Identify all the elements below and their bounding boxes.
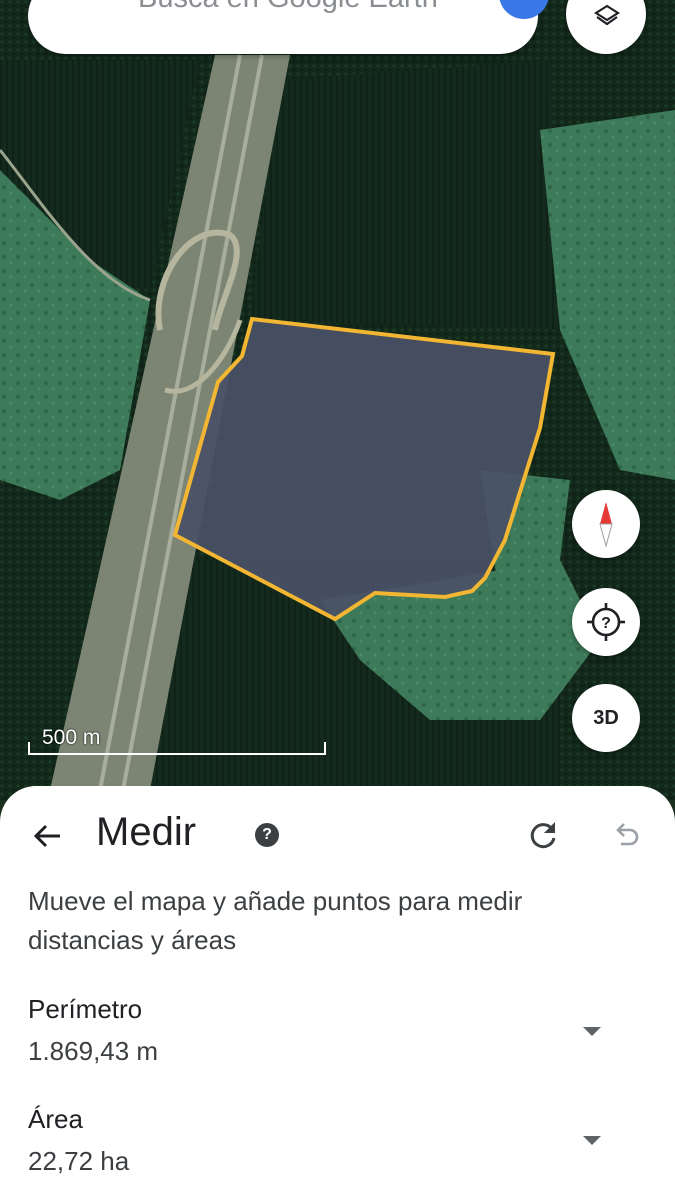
area-label: Área	[28, 1104, 83, 1134]
chevron-down-icon[interactable]	[583, 1136, 601, 1145]
satellite-imagery	[0, 0, 675, 800]
panel-title: Medir	[96, 810, 197, 854]
layers-icon	[594, 4, 620, 26]
locate-icon: ?	[587, 603, 625, 641]
back-arrow-icon[interactable]	[30, 818, 66, 854]
help-icon[interactable]: ?	[255, 823, 279, 847]
measure-instructions: Mueve el mapa y añade puntos para medir …	[28, 886, 523, 955]
perimeter-value: 1.869,43 m	[28, 1036, 159, 1066]
satellite-map[interactable]: Busca en Google Earth M ? 3D 500 m	[0, 0, 675, 800]
my-location-button[interactable]: ?	[572, 588, 640, 656]
redo-icon[interactable]	[526, 818, 560, 852]
search-input[interactable]: Busca en Google Earth	[138, 0, 438, 15]
undo-icon[interactable]	[610, 819, 642, 851]
compass-icon	[599, 502, 613, 548]
svg-text:?: ?	[601, 615, 611, 632]
chevron-down-icon[interactable]	[583, 1027, 601, 1036]
search-bar[interactable]: Busca en Google Earth M	[28, 0, 549, 54]
measure-panel: Medir ? Mueve el mapa y añade puntos par…	[0, 786, 675, 1200]
area-value: 22,72 ha	[28, 1146, 130, 1176]
compass-button[interactable]	[572, 490, 640, 558]
scale-bar	[28, 742, 326, 755]
3d-toggle-button[interactable]: 3D	[572, 684, 640, 752]
perimeter-label: Perímetro	[28, 994, 143, 1024]
